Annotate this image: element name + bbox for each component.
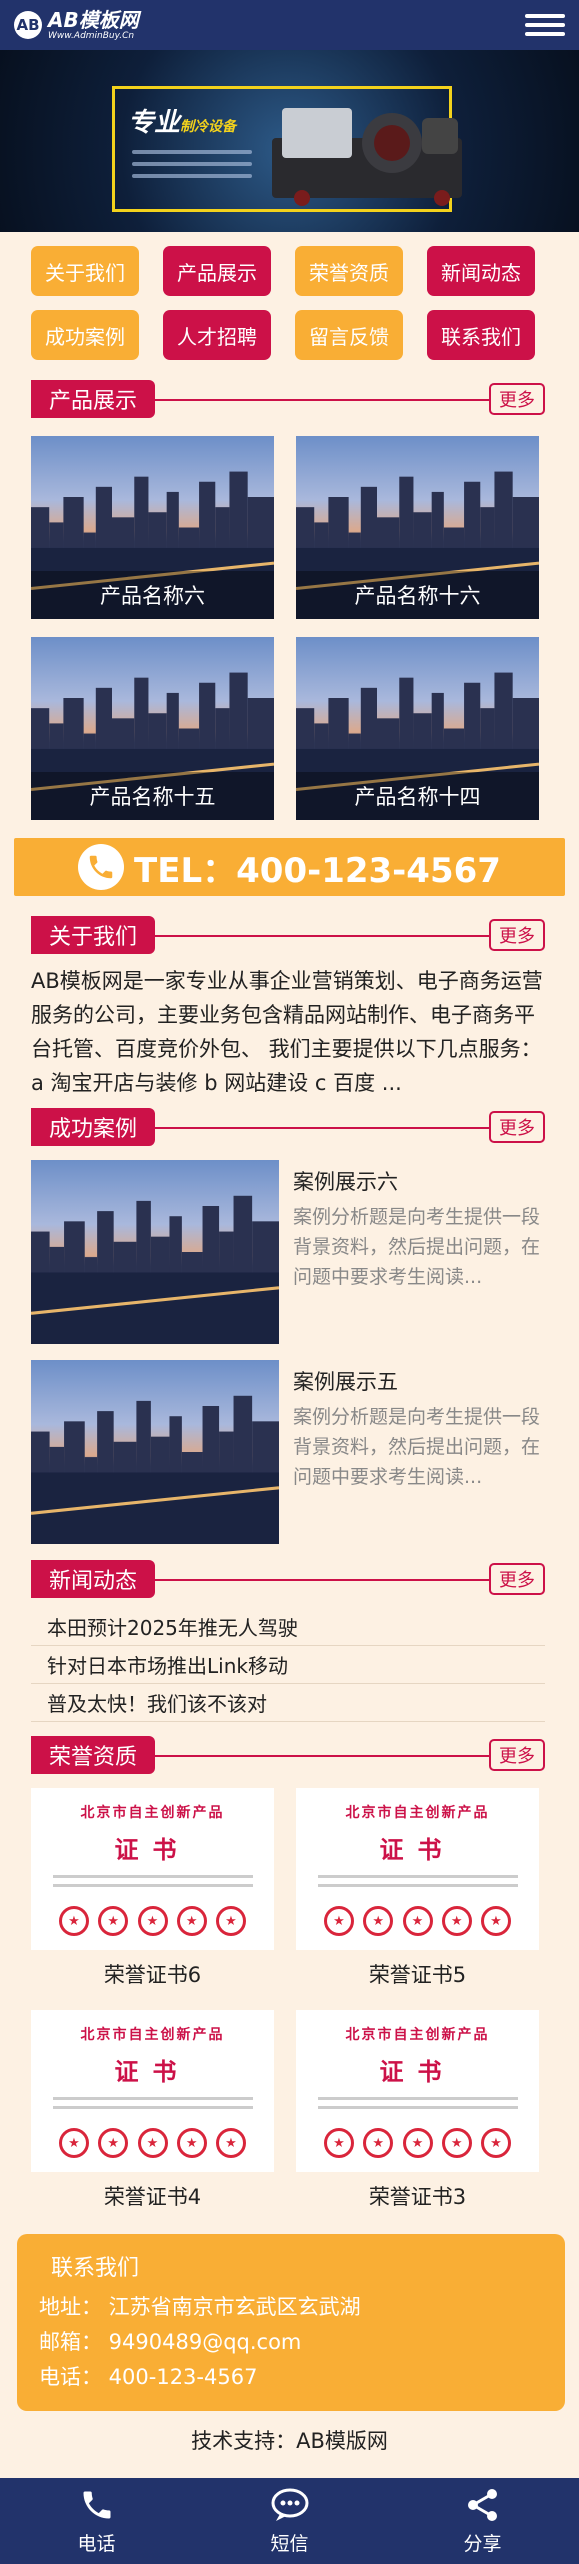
logo-subtitle: Www.AdminBuy.Cn: [48, 30, 135, 41]
case-title: 案例展示五: [293, 1370, 398, 1394]
logo[interactable]: AB AB模板网 Www.AdminBuy.Cn: [14, 10, 139, 41]
bottom-share-button[interactable]: 分享: [423, 2487, 543, 2556]
honor-grid: 北京市自主创新产品 证书 ★ ★ ★ ★ ★ 荣誉证书6 北京市自主创新产品 证书 ★ ★ ★ ★…: [0, 1774, 579, 2222]
case-list: 案例展示六 案例分析题是向考生提供一段背景资料，然后提出问题，在问题中要求考生阅…: [0, 1146, 579, 1544]
news-item[interactable]: 本田预计2025年推无人驾驶: [31, 1608, 545, 1646]
logo-mark: AB: [14, 11, 42, 39]
certificate-image: 北京市自主创新产品 证书 ★ ★ ★ ★ ★: [296, 2010, 539, 2172]
news-section-header: 新闻动态 更多: [31, 1560, 545, 1598]
honors-section-header: 荣誉资质 更多: [31, 1736, 545, 1774]
about-section-header: 关于我们 更多: [31, 916, 545, 954]
bottom-bar: 电话 短信 分享: [0, 2478, 579, 2564]
bottom-call-button[interactable]: 电话: [37, 2487, 157, 2556]
about-text: AB模板网是一家专业从事企业营销策划、电子商务运营服务的公司，主要业务包含精品网…: [31, 969, 543, 1095]
news-more-button[interactable]: 更多: [489, 1563, 545, 1595]
honor-card[interactable]: 北京市自主创新产品 证书 ★ ★ ★ ★ ★ 荣誉证书3: [296, 2010, 539, 2222]
nav-products[interactable]: 产品展示: [163, 246, 271, 296]
banner-slogan: 专业制冷设备: [128, 108, 237, 138]
banner[interactable]: 专业制冷设备: [0, 50, 579, 232]
product-name: 产品名称十六: [296, 571, 539, 619]
nav-contact[interactable]: 联系我们: [427, 310, 535, 360]
phone-icon: [83, 2491, 110, 2518]
banner-slogan-accent: 制冷设备: [180, 119, 237, 135]
product-card[interactable]: 产品名称六: [31, 436, 274, 619]
honor-name: 荣誉证书6: [103, 1963, 202, 1987]
banner-text-lines: [132, 150, 252, 186]
message-icon: [271, 2488, 308, 2521]
case-title: 案例展示六: [293, 1170, 398, 1194]
honors-section-title: 荣誉资质: [31, 1736, 156, 1774]
logo-title: AB模板网: [48, 7, 139, 32]
product-card[interactable]: 产品名称十六: [296, 436, 539, 619]
honor-card[interactable]: 北京市自主创新产品 证书 ★ ★ ★ ★ ★ 荣誉证书4: [31, 2010, 274, 2222]
cases-more-button[interactable]: 更多: [489, 1111, 545, 1143]
header: AB AB模板网 Www.AdminBuy.Cn: [0, 0, 579, 50]
news-item[interactable]: 针对日本市场推出Link移动: [31, 1646, 545, 1684]
bottom-sms-label: 短信: [270, 2532, 309, 2555]
contact-phone[interactable]: 电话： 400-123-4567: [39, 2360, 565, 2395]
about-section-title: 关于我们: [31, 916, 156, 954]
nav-news[interactable]: 新闻动态: [427, 246, 535, 296]
case-description: 案例分析题是向考生提供一段背景资料，然后提出问题，在问题中要求考生阅读...: [293, 1406, 541, 1488]
phone-icon: [78, 844, 125, 890]
products-section-title: 产品展示: [31, 380, 156, 418]
honors-more-button[interactable]: 更多: [489, 1739, 545, 1771]
refrigeration-machine-image: [272, 108, 462, 206]
contact-title: 联系我们: [51, 2256, 140, 2281]
certificate-image: 北京市自主创新产品 证书 ★ ★ ★ ★ ★: [31, 1788, 274, 1950]
products-section-header: 产品展示 更多: [31, 380, 545, 418]
honor-card[interactable]: 北京市自主创新产品 证书 ★ ★ ★ ★ ★ 荣誉证书6: [31, 1788, 274, 2000]
tech-support[interactable]: 技术支持：AB模版网: [0, 2411, 579, 2469]
tel-text: TEL：400-123-4567: [134, 850, 501, 891]
tel-bar[interactable]: TEL：400-123-4567: [14, 838, 565, 896]
case-thumbnail: [31, 1360, 279, 1544]
case-item[interactable]: 案例展示五 案例分析题是向考生提供一段背景资料，然后提出问题，在问题中要求考生阅…: [31, 1360, 545, 1544]
share-icon: [467, 2488, 497, 2521]
case-thumbnail: [31, 1160, 279, 1344]
product-grid: 产品名称六 产品名称十六 产品名称十五 产品名称十四: [0, 418, 579, 820]
certificate-image: 北京市自主创新产品 证书 ★ ★ ★ ★ ★: [31, 2010, 274, 2172]
case-item[interactable]: 案例展示六 案例分析题是向考生提供一段背景资料，然后提出问题，在问题中要求考生阅…: [31, 1160, 545, 1344]
news-list: 本田预计2025年推无人驾驶 针对日本市场推出Link移动 普及太快！我们该不该…: [0, 1598, 579, 1722]
bottom-share-label: 分享: [463, 2532, 502, 2555]
honor-card[interactable]: 北京市自主创新产品 证书 ★ ★ ★ ★ ★ 荣誉证书5: [296, 1788, 539, 2000]
case-description: 案例分析题是向考生提供一段背景资料，然后提出问题，在问题中要求考生阅读...: [293, 1206, 541, 1288]
product-card[interactable]: 产品名称十四: [296, 637, 539, 820]
nav-honors[interactable]: 荣誉资质: [295, 246, 403, 296]
bottom-call-label: 电话: [77, 2532, 116, 2555]
honor-name: 荣誉证书5: [368, 1963, 467, 1987]
nav-about[interactable]: 关于我们: [31, 246, 139, 296]
cases-section-title: 成功案例: [31, 1108, 156, 1146]
nav-jobs[interactable]: 人才招聘: [163, 310, 271, 360]
bottom-sms-button[interactable]: 短信: [230, 2487, 350, 2556]
honor-name: 荣誉证书4: [103, 2185, 202, 2209]
nav-cases[interactable]: 成功案例: [31, 310, 139, 360]
contact-email[interactable]: 邮箱： 9490489@qq.com: [39, 2325, 565, 2360]
hamburger-menu-icon[interactable]: [525, 11, 565, 39]
product-name: 产品名称十五: [31, 772, 274, 820]
news-section-title: 新闻动态: [31, 1560, 156, 1598]
contact-box: 联系我们 地址： 江苏省南京市玄武区玄武湖 邮箱： 9490489@qq.com…: [17, 2234, 565, 2411]
cases-section-header: 成功案例 更多: [31, 1108, 545, 1146]
nav-grid: 关于我们 产品展示 荣誉资质 新闻动态 成功案例 人才招聘 留言反馈 联系我们: [0, 232, 579, 360]
product-name: 产品名称十四: [296, 772, 539, 820]
certificate-image: 北京市自主创新产品 证书 ★ ★ ★ ★ ★: [296, 1788, 539, 1950]
contact-address: 地址： 江苏省南京市玄武区玄武湖: [39, 2295, 361, 2319]
honor-name: 荣誉证书3: [368, 2185, 467, 2209]
news-item[interactable]: 普及太快！我们该不该对: [31, 1684, 545, 1722]
product-card[interactable]: 产品名称十五: [31, 637, 274, 820]
nav-feedback[interactable]: 留言反馈: [295, 310, 403, 360]
product-name: 产品名称六: [31, 571, 274, 619]
products-more-button[interactable]: 更多: [489, 383, 545, 415]
about-more-button[interactable]: 更多: [489, 919, 545, 951]
